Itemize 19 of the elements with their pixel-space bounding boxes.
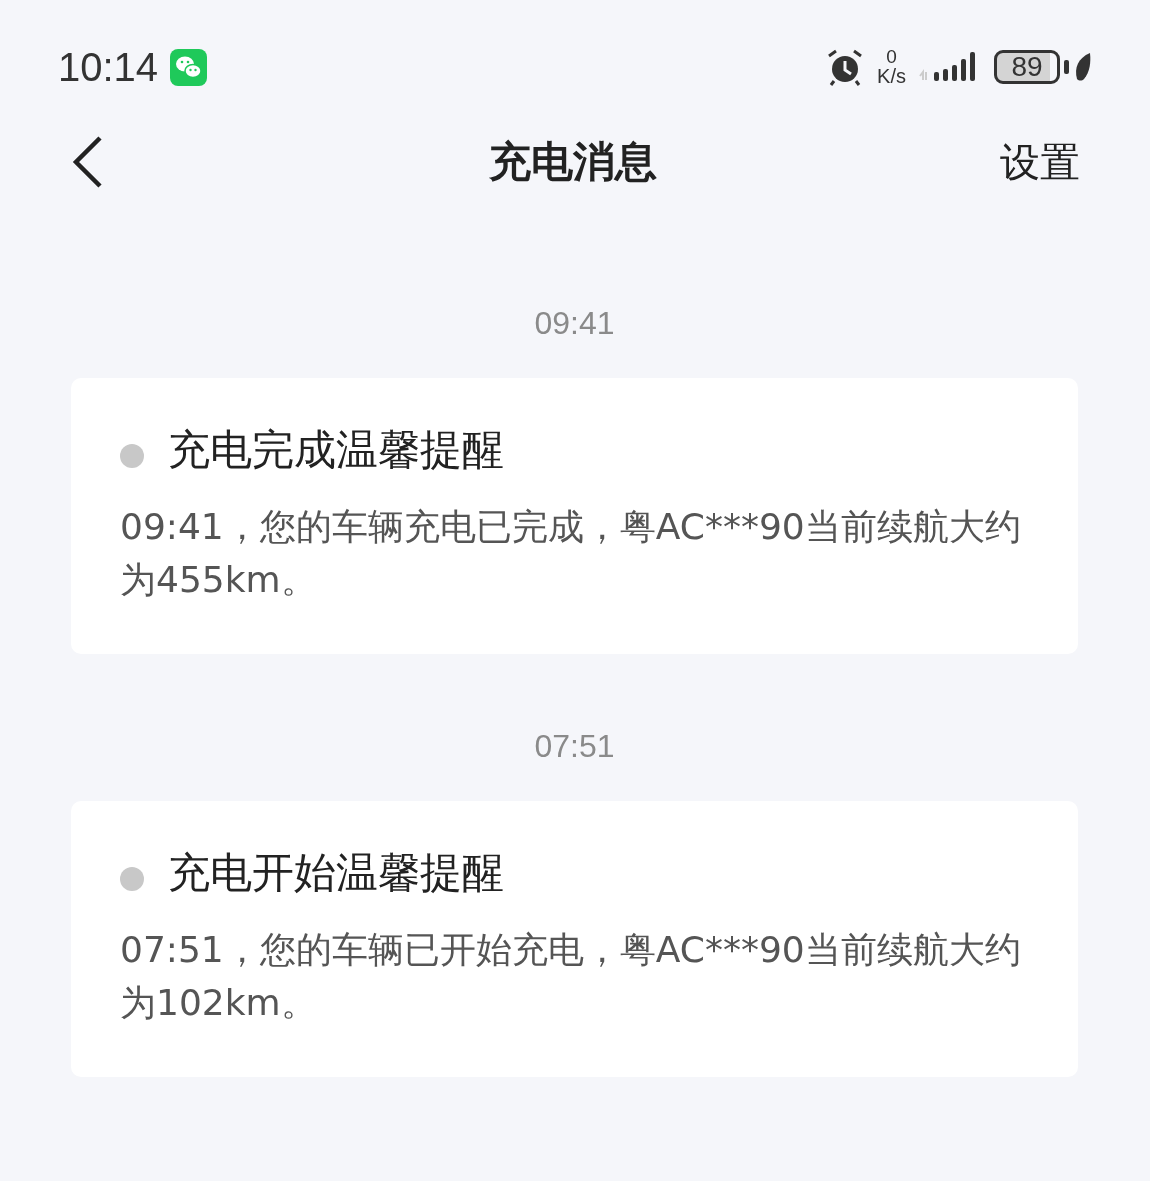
message-body: 07:51，您的车辆已开始充电，粤AC***90当前续航大约为102km。 — [120, 928, 1022, 1025]
status-time: 10:14 — [58, 44, 159, 90]
message-card[interactable]: 充电完成温馨提醒 09:41，您的车辆充电已完成，粤AC***90当前续航大约为455km。 — [71, 378, 1078, 654]
message-time: 09:41 — [534, 305, 615, 342]
settings-button[interactable]: 设置 — [1000, 134, 1080, 190]
message-card[interactable]: 充电开始温馨提醒 07:51，您的车辆已开始充电，粤AC***90当前续航大约为102km。 — [71, 801, 1078, 1077]
network-speed-value: 0 — [886, 48, 897, 67]
message-time: 07:51 — [534, 728, 615, 765]
network-speed-unit: K/s — [877, 66, 906, 86]
chat-app-icon — [170, 48, 208, 86]
message-title: 充电完成温馨提醒 — [168, 424, 504, 476]
dot-icon — [120, 444, 144, 468]
battery-level: 89 — [994, 50, 1060, 84]
message-body: 09:41，您的车辆充电已完成，粤AC***90当前续航大约为455km。 — [120, 505, 1022, 602]
dot-icon — [120, 867, 144, 891]
leaf-icon — [1074, 52, 1092, 82]
battery-tip-icon — [1064, 60, 1070, 74]
page-title: 充电消息 — [489, 136, 657, 188]
message-title: 充电开始温馨提醒 — [168, 847, 504, 899]
